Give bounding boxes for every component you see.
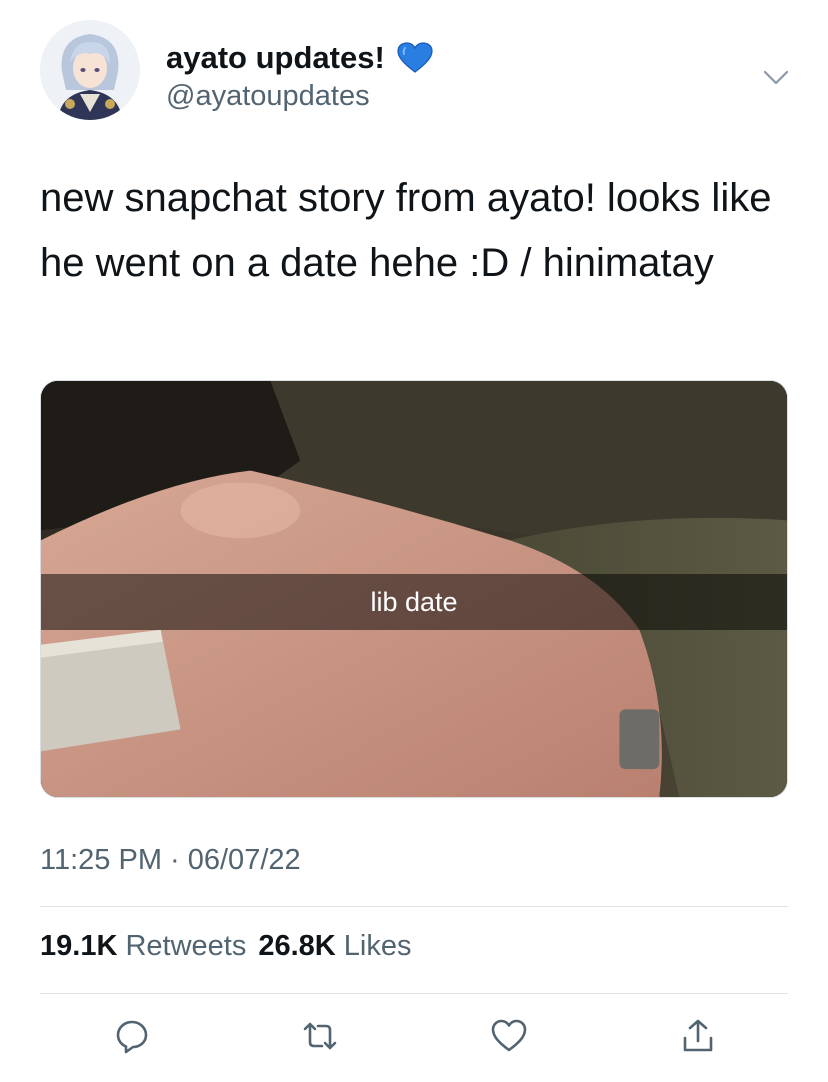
likes-label: Likes [343, 930, 412, 962]
tweet-stats: 19.1K Retweets 26.8K Likes [40, 930, 412, 963]
reply-button[interactable] [110, 1014, 154, 1058]
snapchat-caption: lib date [370, 586, 458, 617]
likes-stat[interactable]: 26.8K Likes [258, 930, 411, 963]
retweets-stat[interactable]: 19.1K Retweets [40, 930, 246, 963]
tweet-text: new snapchat story from ayato! looks lik… [40, 176, 772, 285]
avatar[interactable] [40, 20, 140, 120]
share-icon [683, 1019, 713, 1052]
blue-heart-icon [397, 42, 433, 74]
display-name-text[interactable]: ayato updates! [166, 40, 385, 76]
like-icon [491, 1019, 527, 1052]
chevron-down-icon[interactable] [760, 64, 792, 92]
tweet-detail: ayato updates! @ayatoupdates new snapcha… [0, 0, 828, 1082]
share-button[interactable] [676, 1014, 720, 1058]
reply-icon [116, 1020, 148, 1054]
user-handle[interactable]: @ayatoupdates [166, 80, 370, 113]
retweets-label: Retweets [125, 930, 247, 962]
display-name[interactable]: ayato updates! [166, 40, 433, 76]
divider-bottom [40, 993, 788, 994]
likes-count: 26.8K [258, 930, 336, 962]
retweet-button[interactable] [298, 1014, 342, 1058]
tweet-media-image[interactable]: lib date [40, 380, 788, 798]
retweets-count: 19.1K [40, 930, 118, 962]
retweet-icon [303, 1022, 337, 1050]
like-button[interactable] [487, 1014, 531, 1058]
snapchat-caption-bar: lib date [41, 574, 787, 630]
divider-top [40, 906, 788, 907]
tweet-timestamp[interactable]: 11:25 PM · 06/07/22 [40, 844, 301, 877]
